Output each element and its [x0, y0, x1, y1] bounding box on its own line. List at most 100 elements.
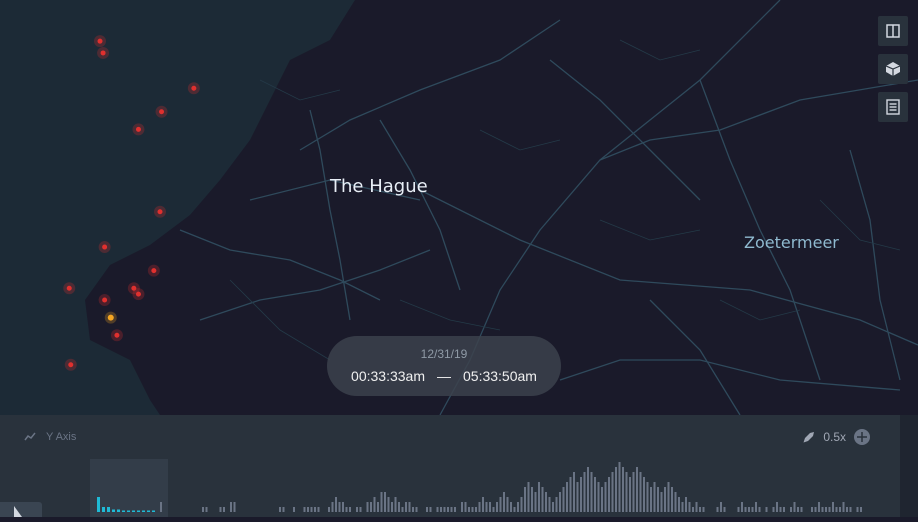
- speed-control[interactable]: 0.5x: [803, 429, 870, 445]
- histogram-bar: [408, 502, 411, 512]
- histogram-bar: [632, 472, 635, 512]
- histogram-bar: [636, 467, 638, 512]
- histogram-bar: [338, 502, 341, 512]
- histogram-bar: [657, 487, 659, 512]
- histogram-bar: [639, 472, 642, 512]
- legend-button[interactable]: [878, 92, 908, 122]
- cube-3d-icon: [885, 62, 901, 76]
- map-point[interactable]: [191, 85, 197, 91]
- histogram-bar-selected: [117, 509, 120, 512]
- histogram-bar-selected: [132, 510, 135, 512]
- histogram-bar: [758, 507, 761, 512]
- panel-scrollbar[interactable]: [900, 415, 918, 517]
- histogram-bar: [562, 487, 565, 512]
- histogram-bar: [818, 502, 820, 512]
- rocket-icon: [803, 432, 815, 443]
- histogram-bar: [573, 472, 575, 512]
- histogram-bar: [643, 477, 645, 512]
- histogram-bar-selected: [152, 510, 155, 512]
- map-point[interactable]: [107, 314, 114, 321]
- histogram-bar: [359, 507, 362, 512]
- histogram-bar: [377, 502, 379, 512]
- histogram-bar: [828, 507, 831, 512]
- histogram-bar: [821, 507, 824, 512]
- histogram-bar: [720, 502, 722, 512]
- histogram-bar-selected: [122, 510, 125, 512]
- histogram-bar: [699, 507, 701, 512]
- speed-knob[interactable]: [854, 429, 870, 445]
- y-axis-selector[interactable]: Y Axis: [24, 431, 76, 443]
- histogram-bar: [849, 507, 852, 512]
- histogram-bar: [618, 462, 621, 512]
- toggle-3d-button[interactable]: [878, 54, 908, 84]
- map-point[interactable]: [100, 50, 106, 56]
- histogram-bar: [629, 477, 631, 512]
- time-start: 00:33:33am: [351, 368, 425, 384]
- map-point[interactable]: [159, 109, 165, 115]
- histogram-bar: [436, 507, 439, 512]
- histogram-bar-selected: [102, 507, 105, 512]
- timeline-histogram[interactable]: [0, 415, 900, 517]
- histogram-bar: [443, 507, 446, 512]
- histogram-bar: [783, 507, 785, 512]
- histogram-bar: [531, 487, 533, 512]
- timeline-brush[interactable]: [90, 459, 168, 517]
- play-button[interactable]: [0, 502, 42, 517]
- histogram-bar: [349, 507, 351, 512]
- histogram-bar: [590, 472, 593, 512]
- histogram-bar: [671, 487, 673, 512]
- histogram-bar: [674, 492, 677, 512]
- histogram-bar: [471, 507, 474, 512]
- histogram-bar-selected: [107, 507, 110, 512]
- histogram-bar: [545, 492, 547, 512]
- histogram-bar: [650, 487, 652, 512]
- histogram-bar: [475, 507, 477, 512]
- histogram-bar: [597, 482, 600, 512]
- map-point[interactable]: [151, 268, 157, 274]
- histogram-bar: [594, 477, 596, 512]
- histogram-bar: [482, 497, 484, 512]
- play-icon: [14, 506, 22, 517]
- map-point[interactable]: [135, 126, 141, 132]
- histogram-bar: [527, 482, 530, 512]
- histogram-bar: [601, 487, 603, 512]
- histogram-bar: [692, 507, 694, 512]
- histogram-bar: [356, 507, 358, 512]
- histogram-bar: [303, 507, 306, 512]
- map-point[interactable]: [135, 291, 141, 297]
- histogram-bar: [811, 507, 813, 512]
- legend-icon: [886, 99, 900, 115]
- histogram-bar: [790, 507, 792, 512]
- map-point[interactable]: [66, 285, 72, 291]
- map-point[interactable]: [68, 362, 74, 368]
- histogram-bar: [160, 502, 162, 512]
- time-date: 12/31/19: [420, 347, 468, 361]
- split-map-button[interactable]: [878, 16, 908, 46]
- histogram-bar: [447, 507, 449, 512]
- map-point[interactable]: [102, 244, 108, 250]
- histogram-bar: [856, 507, 859, 512]
- histogram-bar: [223, 507, 225, 512]
- histogram-bar: [622, 467, 624, 512]
- histogram-bar: [772, 507, 775, 512]
- histogram-bar: [611, 472, 614, 512]
- histogram-bar: [797, 507, 799, 512]
- histogram-bar: [398, 502, 400, 512]
- city-label-the-hague: The Hague: [330, 176, 428, 197]
- histogram-bar: [450, 507, 453, 512]
- map-point[interactable]: [97, 38, 103, 44]
- map-point[interactable]: [102, 297, 108, 303]
- line-chart-icon: [24, 432, 36, 441]
- histogram-bar: [468, 507, 470, 512]
- histogram-bar: [293, 507, 295, 512]
- histogram-bar: [464, 502, 467, 512]
- histogram-bar: [660, 492, 663, 512]
- histogram-bar: [751, 507, 754, 512]
- histogram-bar: [426, 507, 428, 512]
- histogram-bar: [839, 507, 841, 512]
- map-point[interactable]: [157, 209, 163, 215]
- histogram-bar: [776, 502, 778, 512]
- histogram-bar: [503, 492, 505, 512]
- map-point[interactable]: [114, 332, 120, 338]
- time-separator: —: [437, 368, 451, 384]
